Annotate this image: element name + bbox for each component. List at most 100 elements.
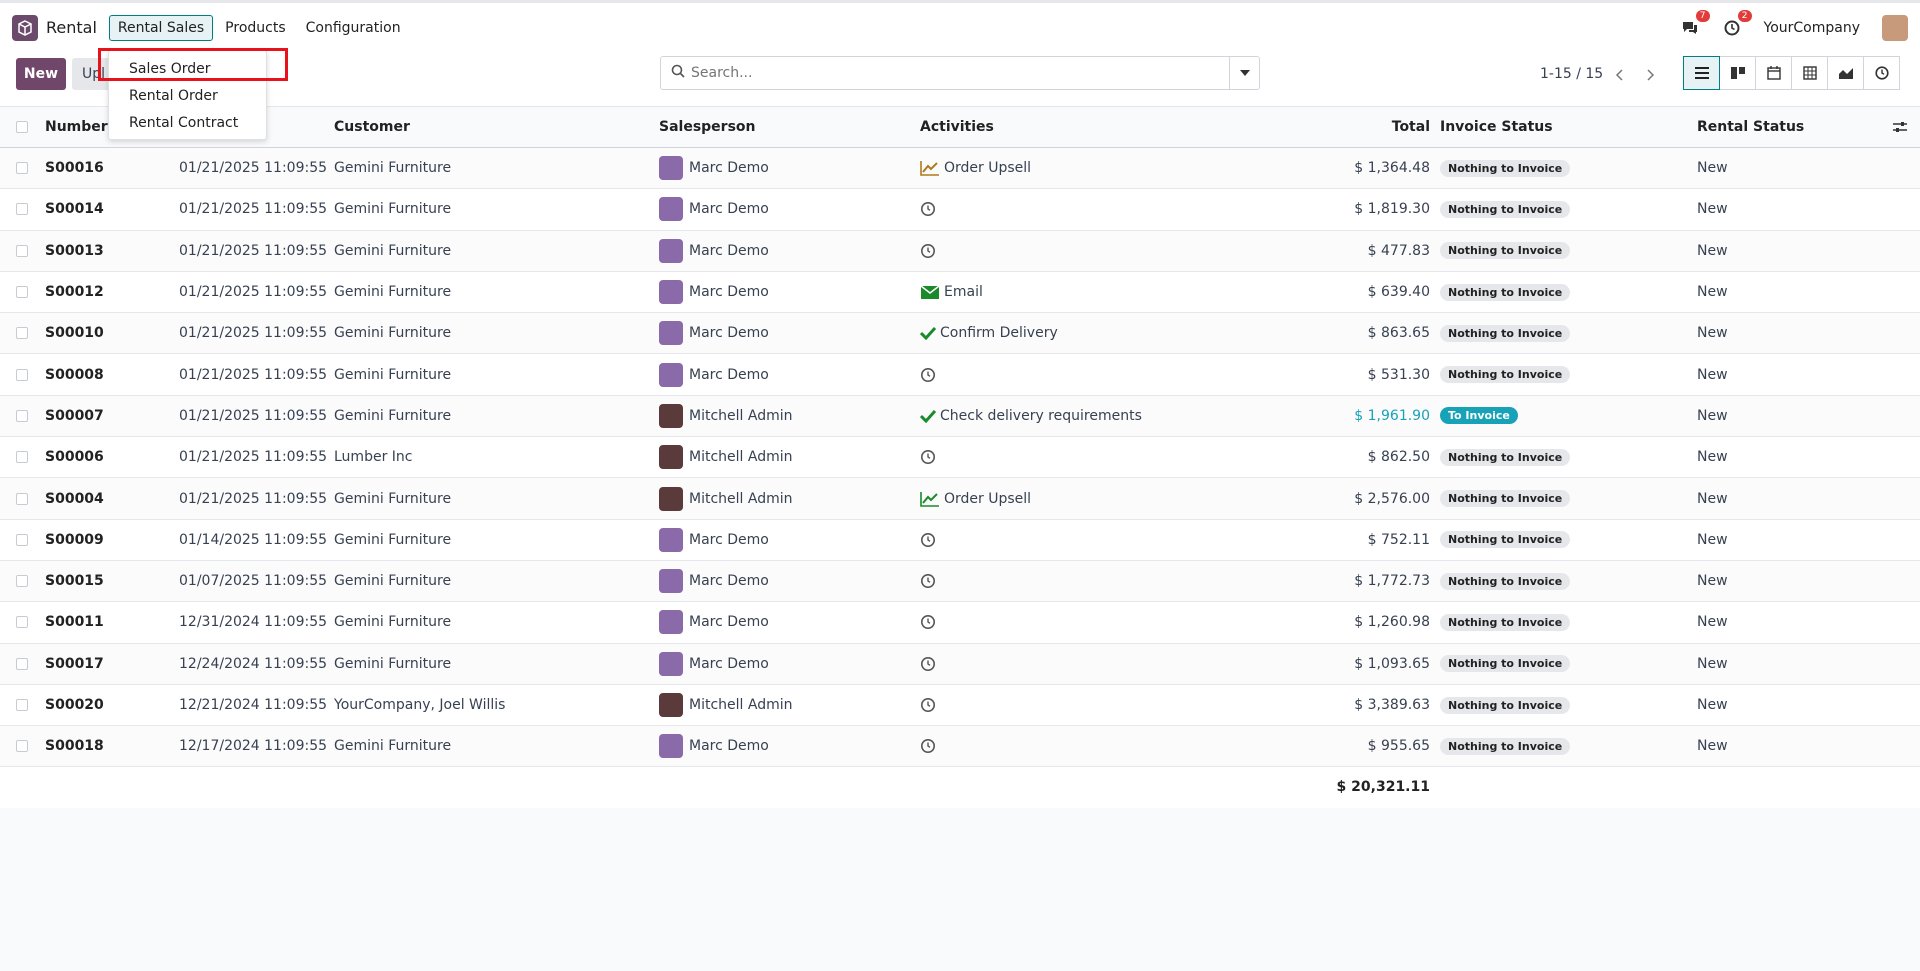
- row-checkbox[interactable]: [16, 327, 28, 340]
- row-checkbox[interactable]: [16, 699, 28, 711]
- activity-cell[interactable]: Check delivery requirements: [920, 396, 1142, 436]
- clock-icon[interactable]: [920, 614, 936, 630]
- table-row[interactable]: S00011 12/31/2024 11:09:55 Gemini Furnitur…: [0, 602, 1920, 644]
- table-row[interactable]: S00009 01/14/2025 11:09:55 Gemini Furnitur…: [0, 520, 1920, 561]
- row-checkbox[interactable]: [16, 451, 28, 464]
- activity-cell[interactable]: Confirm Delivery: [920, 313, 1058, 353]
- check-icon[interactable]: [920, 409, 936, 423]
- table-row[interactable]: S00013 01/21/2025 11:09:55 Gemini Furnitur…: [0, 230, 1920, 272]
- activity-cell[interactable]: [920, 354, 940, 394]
- search-options-toggle[interactable]: [1229, 57, 1259, 89]
- menu-configuration[interactable]: Configuration: [298, 16, 409, 40]
- header-activities[interactable]: Activities: [920, 107, 994, 147]
- messages-button[interactable]: 7: [1680, 9, 1710, 38]
- header-customer[interactable]: Customer: [334, 107, 410, 147]
- check-icon[interactable]: [920, 326, 936, 341]
- upsell-green-icon[interactable]: [920, 491, 940, 507]
- table-row[interactable]: S00014 01/21/2025 11:09:55 Gemini Furnitur…: [0, 189, 1920, 231]
- row-checkbox[interactable]: [16, 616, 28, 629]
- row-checkbox[interactable]: [16, 533, 28, 546]
- activity-cell[interactable]: [920, 685, 940, 725]
- upsell-icon[interactable]: [920, 160, 940, 176]
- menu-item-rental-contract[interactable]: Rental Contract: [109, 109, 266, 136]
- header-total[interactable]: Total: [1280, 107, 1430, 147]
- order-number: S00010: [45, 325, 104, 342]
- clock-icon[interactable]: [920, 201, 936, 217]
- chat-icon: [1682, 21, 1697, 34]
- kanban-view-button[interactable]: [1719, 56, 1756, 90]
- graph-view-button[interactable]: [1827, 56, 1864, 90]
- pager-previous-button[interactable]: [1606, 62, 1632, 88]
- table-row[interactable]: S00007 01/21/2025 11:09:55 Gemini Furnitur…: [0, 395, 1920, 438]
- activity-cell[interactable]: Email: [920, 272, 983, 312]
- table-row[interactable]: S00010 01/21/2025 11:09:55 Gemini Furnitur…: [0, 313, 1920, 355]
- table-row[interactable]: S00018 12/17/2024 11:09:55 Gemini Furnitur…: [0, 726, 1920, 768]
- new-button[interactable]: New: [16, 58, 66, 90]
- clock-icon[interactable]: [920, 243, 936, 259]
- rental-app-icon[interactable]: [12, 14, 38, 41]
- row-checkbox[interactable]: [16, 575, 28, 588]
- row-checkbox[interactable]: [16, 492, 28, 505]
- header-number[interactable]: Number: [45, 107, 108, 147]
- pager-value[interactable]: 1-15 / 15: [1540, 66, 1603, 82]
- activity-cell[interactable]: [920, 520, 940, 560]
- pivot-view-button[interactable]: [1791, 56, 1828, 90]
- select-all-checkbox[interactable]: [16, 121, 28, 133]
- activity-cell[interactable]: [920, 189, 940, 229]
- list-view-button[interactable]: [1683, 56, 1720, 90]
- table-row[interactable]: S00004 01/21/2025 11:09:55 Gemini Furnitur…: [0, 478, 1920, 520]
- row-checkbox[interactable]: [16, 740, 28, 753]
- table-row[interactable]: S00017 12/24/2024 11:09:55 Gemini Furnitur…: [0, 643, 1920, 685]
- invoice-status-badge: Nothing to Invoice: [1440, 283, 1571, 301]
- salesperson: Mitchell Admin: [659, 685, 793, 725]
- activities-button[interactable]: 2: [1722, 9, 1752, 38]
- header-invoice-status[interactable]: Invoice Status: [1440, 107, 1553, 147]
- calendar-view-button[interactable]: [1755, 56, 1792, 90]
- activity-cell[interactable]: [920, 726, 940, 766]
- header-rental-status[interactable]: Rental Status: [1697, 107, 1804, 147]
- row-checkbox[interactable]: [16, 368, 28, 381]
- email-icon[interactable]: [920, 284, 940, 300]
- header-salesperson[interactable]: Salesperson: [659, 107, 756, 147]
- user-avatar[interactable]: [1882, 14, 1908, 41]
- activity-cell[interactable]: [920, 602, 940, 642]
- table-row[interactable]: S00012 01/21/2025 11:09:55 Gemini Furnitur…: [0, 272, 1920, 314]
- menu-products[interactable]: Products: [217, 16, 293, 40]
- clock-icon[interactable]: [920, 532, 936, 548]
- clock-icon[interactable]: [920, 656, 936, 672]
- row-checkbox[interactable]: [16, 162, 28, 175]
- table-row[interactable]: S00008 01/21/2025 11:09:55 Gemini Furnitur…: [0, 354, 1920, 396]
- activity-view-button[interactable]: [1863, 56, 1900, 90]
- table-row[interactable]: S00016 01/21/2025 11:09:55 Gemini Furnitur…: [0, 148, 1920, 190]
- menu-item-rental-order[interactable]: Rental Order: [109, 82, 266, 109]
- activity-cell[interactable]: [920, 644, 940, 684]
- clock-icon[interactable]: [920, 573, 936, 589]
- row-checkbox[interactable]: [16, 409, 28, 422]
- clock-icon[interactable]: [920, 367, 936, 383]
- clock-icon[interactable]: [920, 738, 936, 754]
- clock-icon[interactable]: [920, 449, 936, 465]
- row-checkbox[interactable]: [16, 244, 28, 257]
- optional-columns-toggle[interactable]: [1893, 107, 1907, 147]
- pager-next-button[interactable]: [1638, 62, 1664, 88]
- search-input[interactable]: [691, 65, 1221, 81]
- salesperson-name: Mitchell Admin: [689, 407, 793, 424]
- table-row[interactable]: S00015 01/07/2025 11:09:55 Gemini Furnitur…: [0, 560, 1920, 603]
- row-checkbox[interactable]: [16, 657, 28, 670]
- app-name[interactable]: Rental: [46, 18, 97, 37]
- row-checkbox[interactable]: [16, 203, 28, 216]
- sliders-icon: [1893, 122, 1907, 132]
- row-checkbox[interactable]: [16, 286, 28, 299]
- activity-cell[interactable]: [920, 561, 940, 601]
- activity-cell[interactable]: Order Upsell: [920, 148, 1031, 188]
- company-switcher[interactable]: YourCompany: [1764, 20, 1861, 36]
- table-row[interactable]: S00020 12/21/2024 11:09:55 YourCompany, Jo…: [0, 685, 1920, 727]
- rental-status: New: [1697, 655, 1728, 672]
- clock-icon[interactable]: [920, 697, 936, 713]
- table-row[interactable]: S00006 01/21/2025 11:09:55 Lumber Inc Mitch…: [0, 437, 1920, 479]
- menu-rental-sales[interactable]: Rental Sales: [108, 14, 214, 41]
- activity-cell[interactable]: Order Upsell: [920, 478, 1031, 518]
- activity-cell[interactable]: [920, 231, 940, 271]
- activity-cell[interactable]: [920, 437, 940, 477]
- order-total: $ 863.65: [1367, 325, 1430, 342]
